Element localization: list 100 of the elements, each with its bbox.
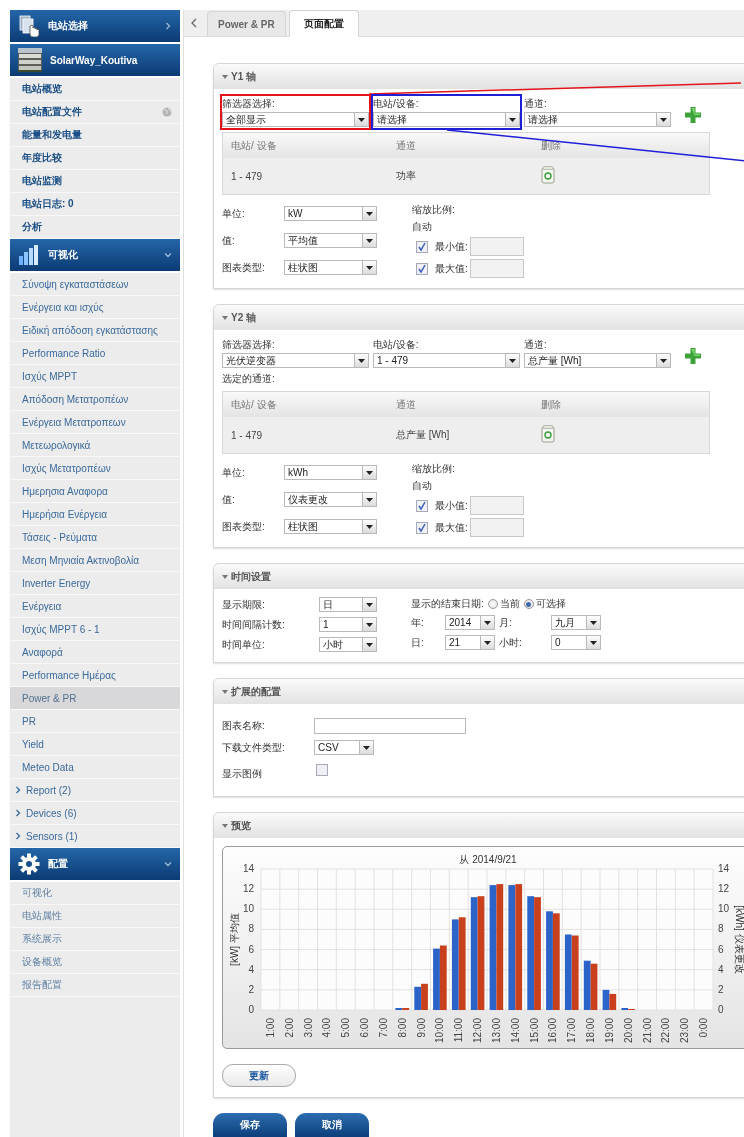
dropdown[interactable]: 九月 (551, 615, 601, 630)
table-cell-text: 1 - 479 (231, 170, 264, 182)
input-field[interactable] (470, 496, 524, 515)
dropdown[interactable]: 2014 (445, 615, 495, 630)
tick-label: 21:00 (641, 1018, 653, 1044)
checkbox[interactable] (416, 262, 428, 275)
menu-item[interactable]: 电站属性 (10, 905, 180, 928)
trash-icon[interactable] (541, 166, 555, 184)
dropdown[interactable]: 1 (319, 617, 377, 632)
plant-selector-header[interactable]: 电站选择 (10, 10, 180, 44)
checkbox[interactable] (416, 240, 428, 253)
menu-item[interactable]: Performance Ratio (10, 342, 180, 365)
menu-item[interactable]: Ισχύς MPPT 6 - 1 (10, 618, 180, 641)
menu-item[interactable]: 设备概览 (10, 951, 180, 974)
menu-item[interactable]: Ενέργεια Μετατροπεων (10, 411, 180, 434)
menu-item[interactable]: Απόδοση Μετατροπέων (10, 388, 180, 411)
trash-icon[interactable] (541, 425, 555, 443)
menu-item[interactable]: 报告配置 (10, 974, 180, 997)
menu-item[interactable]: Ειδική απόδοση εγκατάστασης (10, 319, 180, 342)
radio-button[interactable] (487, 599, 498, 609)
input-field[interactable] (470, 518, 524, 537)
menu-item[interactable]: 年度比较 (10, 147, 180, 170)
menu-item[interactable]: Ισχύς Μετατροπέων (10, 457, 180, 480)
menu-item[interactable]: 能量和发电量 (10, 124, 180, 147)
dropdown[interactable]: 仪表更改 (284, 492, 377, 507)
menu-item[interactable]: Yield (10, 733, 180, 756)
chart-title: 从 2014/9/21 (459, 854, 517, 865)
dropdown[interactable]: 柱状图 (284, 519, 377, 534)
panel-header[interactable]: Y1 轴 (214, 64, 744, 89)
dropdown[interactable]: 请选择 (373, 112, 520, 127)
dropdown[interactable]: 平均值 (284, 233, 377, 248)
tick-label: 6 (248, 943, 254, 955)
input-field[interactable] (470, 237, 524, 256)
tab[interactable]: Power & PR (207, 11, 286, 36)
menu-item[interactable]: 电站概览 (10, 78, 180, 101)
menu-item[interactable]: Ενέργεια και ισχύς (10, 296, 180, 319)
menu-item[interactable]: Αναφορά (10, 641, 180, 664)
dropdown[interactable]: 全部显示 (222, 112, 369, 127)
panel-header[interactable]: 时间设置 (214, 564, 744, 589)
panel-header[interactable]: 扩展的配置 (214, 679, 744, 704)
tick-label: 12 (242, 883, 254, 895)
plus-icon[interactable] (685, 348, 701, 364)
menu-group[interactable]: Report (2) (10, 779, 180, 802)
dropdown[interactable]: 光伏逆变器 (222, 353, 369, 368)
menu-item[interactable]: 电站配置文件 (10, 101, 180, 124)
panel-header[interactable]: Y2 轴 (214, 305, 744, 330)
column-header: 删除 (541, 397, 562, 412)
plus-icon[interactable] (685, 107, 701, 123)
menu-item[interactable]: Meteo Data (10, 756, 180, 779)
tab[interactable]: 页面配置 (288, 10, 359, 37)
refresh-button[interactable]: 更新 (222, 1064, 296, 1087)
menu-item[interactable]: 可视化 (10, 882, 180, 905)
dropdown[interactable]: kW (284, 206, 377, 221)
dropdown[interactable]: 请选择 (524, 112, 671, 127)
visualization-header[interactable]: 可视化 (10, 239, 180, 273)
menu-item[interactable]: 电站日志: 0 (10, 193, 180, 216)
caret-icon (354, 113, 368, 126)
dropdown[interactable]: 1 - 479 (373, 353, 520, 368)
tick-label: 17:00 (566, 1018, 578, 1044)
menu-item[interactable]: 系统展示 (10, 928, 180, 951)
menu-item[interactable]: Μετεωρολογικά (10, 434, 180, 457)
menu-item[interactable]: 电站监测 (10, 170, 180, 193)
radio-button[interactable] (523, 599, 534, 609)
caret-icon (505, 113, 519, 126)
caret-icon (362, 598, 376, 611)
dropdown[interactable]: 日 (319, 597, 377, 612)
caret-icon (362, 493, 376, 506)
menu-group[interactable]: Devices (6) (10, 802, 180, 825)
config-header[interactable]: 配置 (10, 848, 180, 882)
input-field[interactable] (314, 718, 466, 734)
dropdown[interactable]: 21 (445, 635, 495, 650)
dropdown[interactable]: CSV (314, 740, 374, 755)
menu-item[interactable]: Ενέργεια (10, 595, 180, 618)
field-label: 通道: (524, 338, 548, 352)
field-label: 通道: (524, 97, 548, 111)
radio-option[interactable]: 可选择 (523, 597, 566, 611)
radio-option[interactable]: 当前 (487, 597, 520, 611)
dropdown[interactable]: 小时 (319, 637, 377, 652)
menu-item[interactable]: Μεση Μηνιαία Ακτινοβολία (10, 549, 180, 572)
plant-header[interactable]: SolarWay_Koutiva (10, 44, 180, 78)
menu-item[interactable]: Σύνοψη εγκαταστάσεων (10, 273, 180, 296)
dropdown[interactable]: 柱状图 (284, 260, 377, 275)
dropdown[interactable]: kWh (284, 465, 377, 480)
menu-item[interactable]: Power & PR (10, 687, 180, 710)
dropdown[interactable]: 总产量 [Wh] (524, 353, 671, 368)
menu-item[interactable]: Ισχύς MPPT (10, 365, 180, 388)
checkbox[interactable] (316, 764, 328, 776)
menu-item[interactable]: Ημερησια Αναφορα (10, 480, 180, 503)
menu-item[interactable]: Τάσεις - Ρεύματα (10, 526, 180, 549)
menu-item[interactable]: Ημερήσια Ενέργεια (10, 503, 180, 526)
menu-item[interactable]: Inverter Energy (10, 572, 180, 595)
checkbox[interactable] (416, 499, 428, 512)
action-button[interactable]: 保存 (213, 1113, 287, 1137)
dropdown[interactable]: 0 (551, 635, 601, 650)
action-button[interactable]: 取消 (295, 1113, 369, 1137)
menu-item[interactable]: PR (10, 710, 180, 733)
checkbox[interactable] (416, 521, 428, 534)
tick-label: 6 (718, 943, 724, 955)
panel-header[interactable]: 预览 (214, 813, 744, 838)
input-field[interactable] (470, 259, 524, 278)
